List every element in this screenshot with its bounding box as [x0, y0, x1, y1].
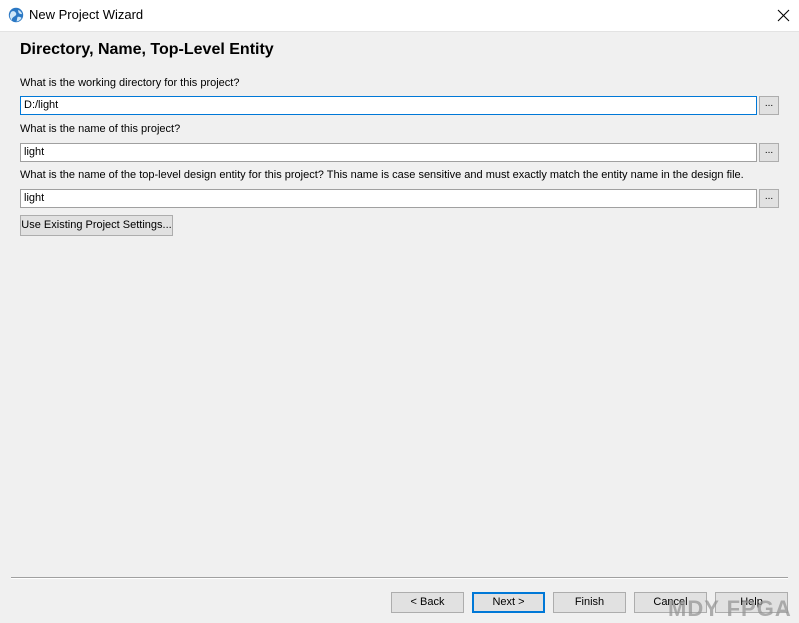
next-button[interactable]: Next > [472, 592, 545, 613]
top-level-entity-input[interactable]: light [20, 189, 757, 208]
close-icon [777, 9, 790, 22]
top-level-entity-label: What is the name of the top-level design… [20, 169, 744, 181]
window-title: New Project Wizard [29, 7, 144, 22]
bottom-separator [11, 577, 788, 579]
title-bar: New Project Wizard [0, 0, 799, 32]
directory-browse-button[interactable]: ... [759, 96, 779, 115]
back-button[interactable]: < Back [391, 592, 464, 613]
directory-input[interactable]: D:/light [20, 96, 757, 115]
finish-button[interactable]: Finish [553, 592, 626, 613]
top-level-entity-browse-button[interactable]: ... [759, 189, 779, 208]
use-existing-settings-button[interactable]: Use Existing Project Settings... [20, 215, 173, 236]
page-heading: Directory, Name, Top-Level Entity [20, 41, 274, 58]
quartus-globe-icon [8, 7, 24, 23]
project-name-browse-button[interactable]: ... [759, 143, 779, 162]
close-button[interactable] [769, 0, 799, 31]
project-name-label: What is the name of this project? [20, 123, 181, 135]
project-name-input[interactable]: light [20, 143, 757, 162]
directory-label: What is the working directory for this p… [20, 77, 240, 89]
watermark: MDY FPGA [668, 596, 792, 621]
